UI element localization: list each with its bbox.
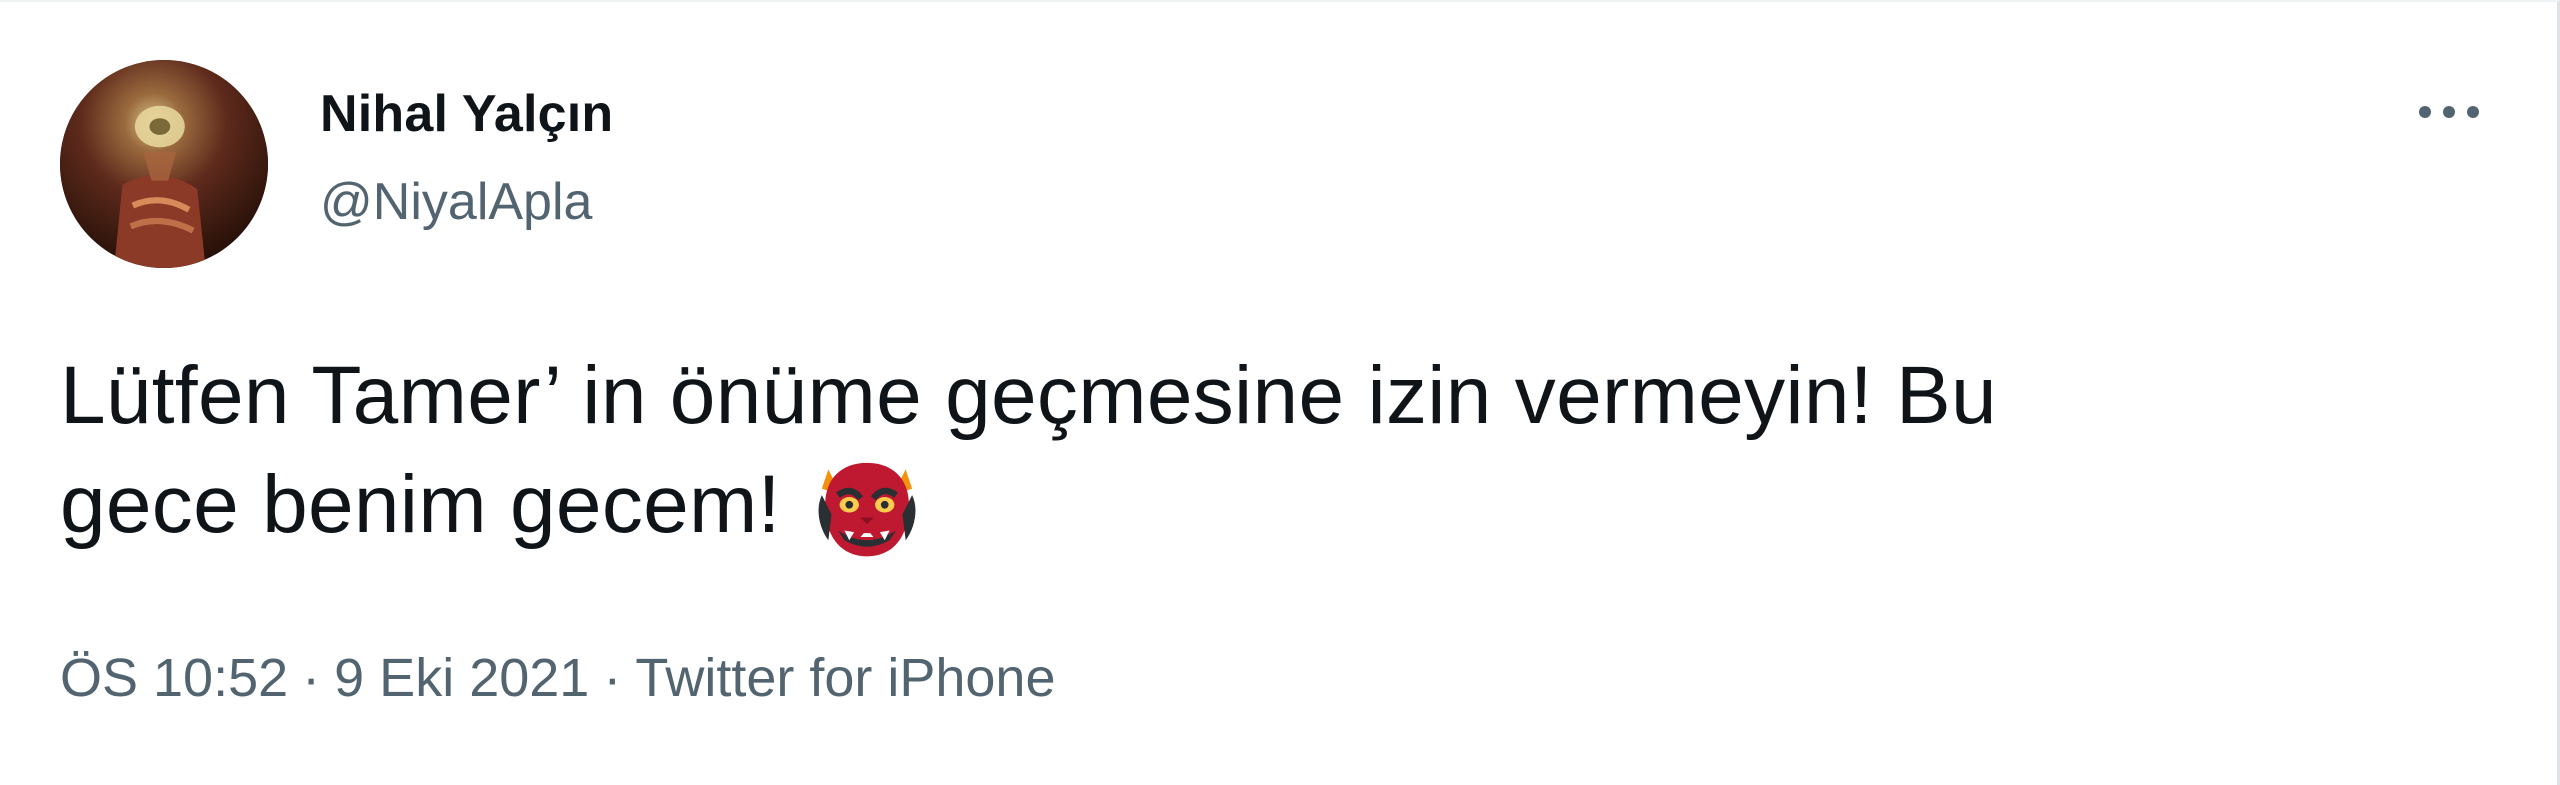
tweet-text-line-1: Lütfen Tamer’ in önüme geçmesine izin ve… xyxy=(60,350,1997,441)
more-options-button[interactable] xyxy=(2404,84,2494,140)
ogre-emoji-icon xyxy=(818,462,916,557)
author-display-name[interactable]: Nihal Yalçın xyxy=(320,84,613,144)
profile-photo-icon xyxy=(60,60,268,268)
meta-separator: · xyxy=(603,648,622,708)
more-dots-icon xyxy=(2419,106,2479,118)
tweet-date[interactable]: 9 Eki 2021 xyxy=(334,648,589,708)
tweet-meta: ÖS 10:52 · 9 Eki 2021 · Twitter for iPhone xyxy=(60,647,1056,709)
avatar[interactable] xyxy=(60,60,268,268)
tweet-time[interactable]: ÖS 10:52 xyxy=(60,648,288,708)
tweet-text-line-2: gece benim gecem! xyxy=(60,459,781,550)
author-handle[interactable]: @NiyalApla xyxy=(320,172,592,232)
tweet-source[interactable]: Twitter for iPhone xyxy=(635,648,1055,708)
tweet-text: Lütfen Tamer’ in önüme geçmesine izin ve… xyxy=(60,342,2480,566)
meta-separator: · xyxy=(302,648,321,708)
tweet-card: Nihal Yalçın @NiyalApla Lütfen Tamer’ in… xyxy=(0,0,2560,785)
